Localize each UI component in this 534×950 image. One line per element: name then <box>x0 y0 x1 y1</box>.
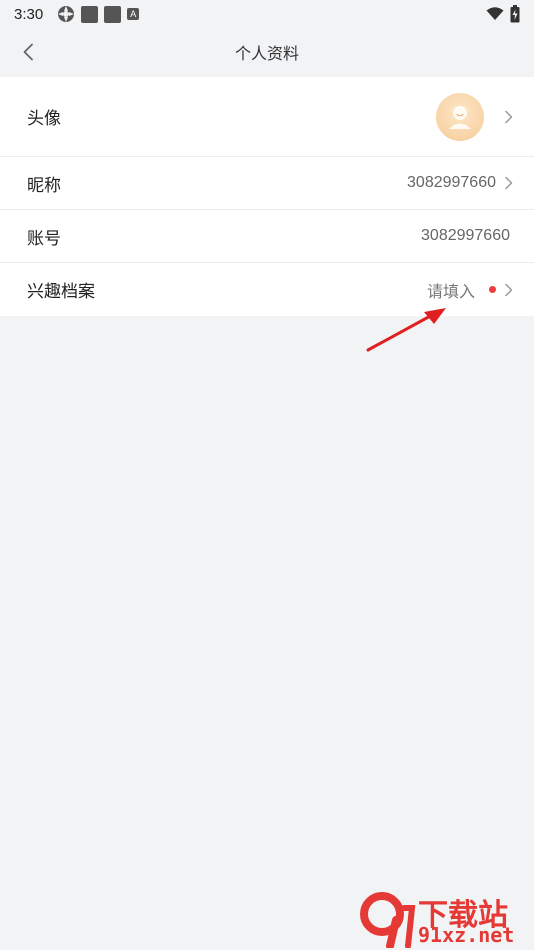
status-time: 3:30 <box>14 5 44 23</box>
wifi-icon <box>486 7 504 20</box>
watermark: 下载站 91xz.net <box>360 890 530 948</box>
back-button[interactable] <box>16 40 40 64</box>
row-right-avatar <box>436 92 516 141</box>
annotation-arrow-icon <box>366 308 446 352</box>
a-badge-icon: A <box>127 8 140 20</box>
chevron-right-icon <box>505 283 513 296</box>
account-value: 3082997660 <box>421 227 510 244</box>
row-label-account: 账号 <box>27 228 61 249</box>
interest-value: 请填入 <box>426 281 475 301</box>
notification-square-icon <box>81 5 99 23</box>
gear-icon <box>58 6 75 22</box>
watermark-logo-icon <box>360 892 416 948</box>
row-right-nickname: 3082997660 <box>407 174 516 192</box>
profile-screen: 3:30 A 个人资料 头像 昵称 3082997660 账号 30829976… <box>0 0 534 950</box>
row-label-interest: 兴趣档案 <box>27 282 95 302</box>
status-bar: 3:30 A <box>0 0 534 28</box>
battery-icon <box>510 5 520 23</box>
row-label-avatar: 头像 <box>27 109 61 129</box>
avatar[interactable] <box>436 92 484 141</box>
row-right-account: 3082997660 <box>421 227 516 245</box>
page-title: 个人资料 <box>234 44 299 63</box>
nickname-value: 3082997660 <box>407 174 496 191</box>
row-avatar[interactable]: 头像 <box>0 77 534 157</box>
row-interest-profile[interactable]: 兴趣档案 请填入 <box>0 263 534 316</box>
nav-bar: 个人资料 <box>0 28 534 76</box>
chevron-right-icon <box>505 110 513 123</box>
row-account: 账号 3082997660 <box>0 210 534 263</box>
row-nickname[interactable]: 昵称 3082997660 <box>0 157 534 210</box>
user-avatar-icon <box>449 105 471 129</box>
chevron-left-icon <box>23 43 33 61</box>
row-right-interest: 请填入 <box>427 278 516 302</box>
watermark-line2: 91xz.net <box>418 923 515 947</box>
profile-list: 头像 昵称 3082997660 账号 3082997660 兴趣档案 请填入 <box>0 77 534 316</box>
chevron-right-icon <box>505 176 513 190</box>
unfilled-indicator-dot <box>489 286 496 293</box>
status-system-icons <box>486 5 520 23</box>
row-label-nickname: 昵称 <box>27 175 61 196</box>
status-notification-icons: A <box>57 5 140 23</box>
notification-square-icon <box>104 5 122 23</box>
